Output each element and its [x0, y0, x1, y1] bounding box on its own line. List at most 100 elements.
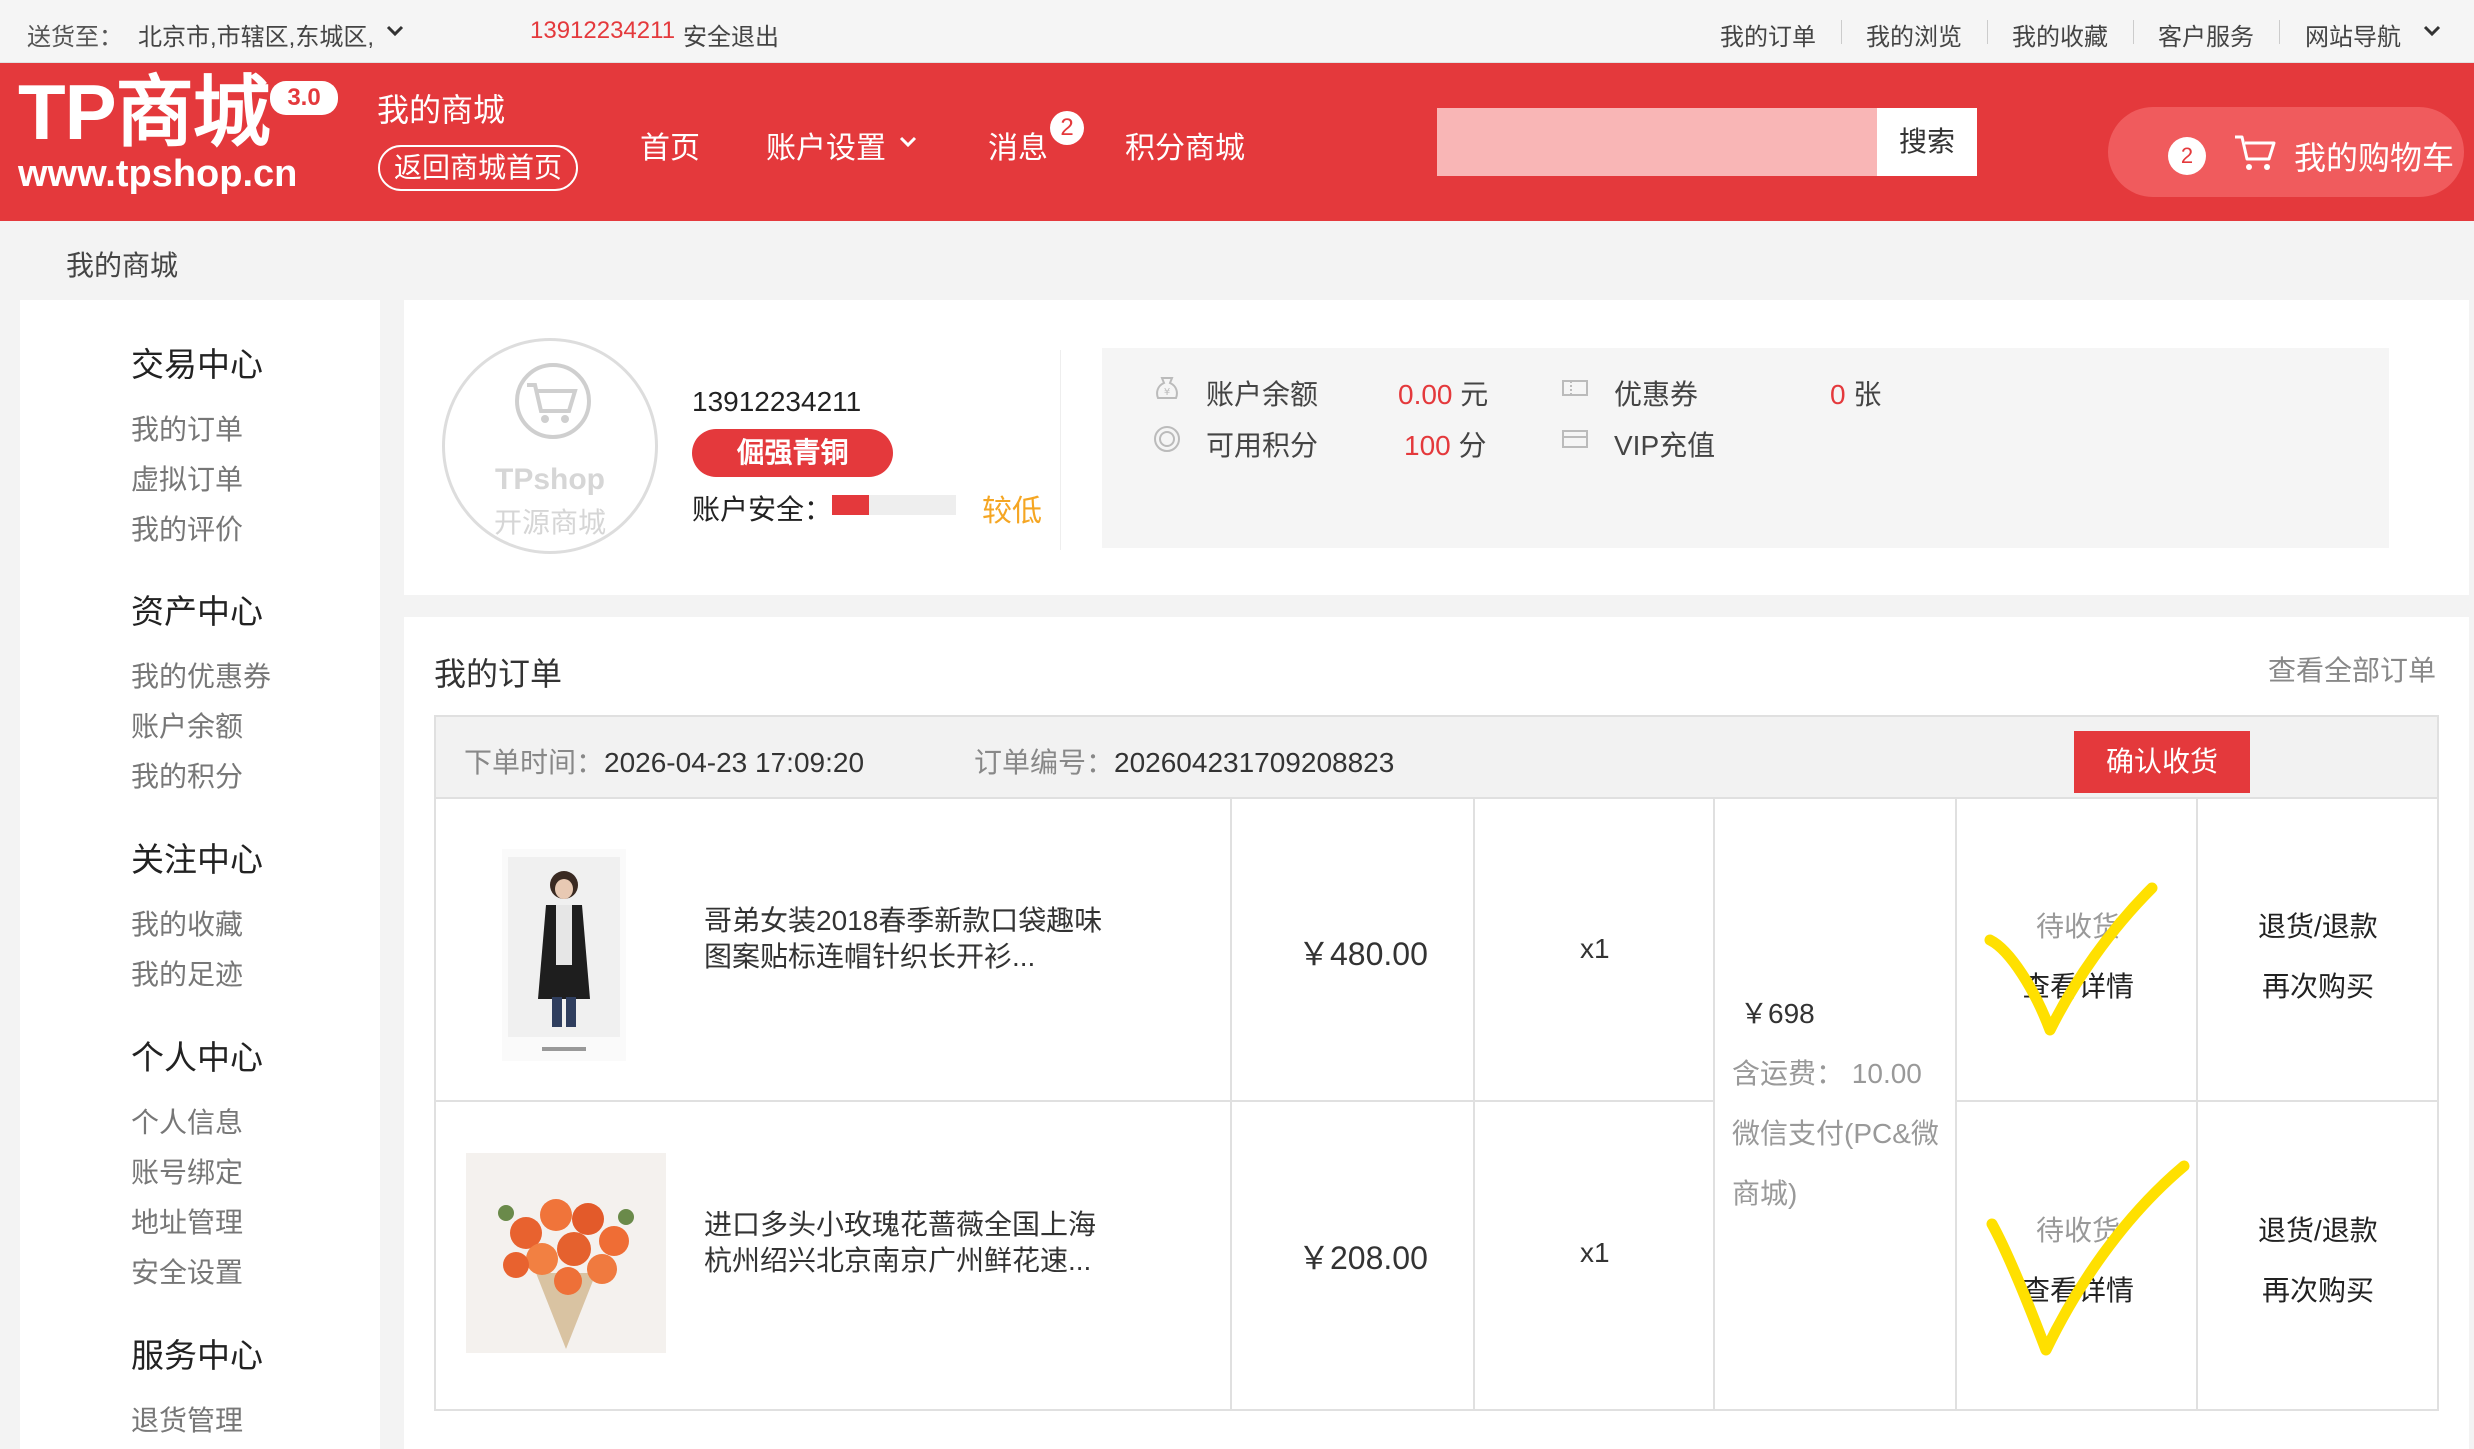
order-header: 下单时间：2026-04-23 17:09:20 订单编号：2026042317… [434, 715, 2439, 799]
nav-home[interactable]: 首页 [640, 123, 700, 167]
sidebar-item-my-favorites[interactable]: 我的收藏 [131, 903, 243, 943]
avatar-caption: 开源商城 [493, 507, 606, 538]
order-number-label: 订单编号： [974, 747, 1115, 778]
chevron-down-icon[interactable] [2422, 24, 2442, 38]
search-input[interactable] [1437, 108, 1877, 176]
orders-section: 我的订单 查看全部订单 下单时间：2026-04-23 17:09:20 订单编… [404, 617, 2469, 1449]
view-details-link[interactable]: 查看详情 [2022, 965, 2134, 1005]
return-refund-link[interactable]: 退货/退款 [2258, 1209, 2378, 1249]
card-icon [1562, 430, 1588, 448]
sidebar-item-account-binding[interactable]: 账号绑定 [131, 1151, 243, 1191]
product-name-line: 杭州绍兴北京南京广州鲜花速... [704, 1245, 1092, 1276]
top-link-site-nav[interactable]: 网站导航 [2305, 17, 2401, 52]
nav-messages[interactable]: 消息 [988, 123, 1048, 167]
sidebar-heading-trade: 交易中心 [131, 346, 263, 383]
top-bar: 送货至： 北京市,市辖区,东城区, 13912234211 安全退出 我的订单 … [0, 0, 2474, 63]
sidebar-item-my-reviews[interactable]: 我的评价 [131, 508, 243, 548]
sidebar-item-virtual-orders[interactable]: 虚拟订单 [131, 458, 243, 498]
shipping-fee-label: 含运费： [1732, 1058, 1845, 1089]
coupons-value-group[interactable]: 0 张 [1830, 373, 1881, 413]
top-link-customer-service[interactable]: 客户服务 [2158, 17, 2254, 52]
product-quantity: x1 [1580, 1237, 1610, 1268]
product-thumbnail[interactable] [466, 1153, 666, 1353]
logo-text[interactable]: TP商城 [18, 73, 271, 151]
cart-icon [2235, 135, 2276, 170]
chevron-down-icon[interactable] [385, 24, 405, 38]
points-unit: 分 [1458, 430, 1487, 461]
breadcrumb[interactable]: 我的商城 [66, 244, 178, 284]
points-label[interactable]: 可用积分 [1206, 424, 1318, 464]
product-thumbnail[interactable] [502, 849, 626, 1061]
sidebar-item-security-settings[interactable]: 安全设置 [131, 1251, 243, 1291]
sidebar-item-personal-info[interactable]: 个人信息 [131, 1101, 243, 1141]
avatar-brand: TPshop [495, 463, 605, 496]
sidebar-heading-follow: 关注中心 [131, 841, 263, 878]
order-time: 2026-04-23 17:09:20 [604, 747, 865, 778]
sidebar-item-return-management[interactable]: 退货管理 [131, 1399, 243, 1439]
coin-icon [1154, 426, 1180, 452]
sidebar-item-my-footprints[interactable]: 我的足迹 [131, 953, 243, 993]
coupons-label[interactable]: 优惠券 [1614, 373, 1698, 413]
balance-value-group[interactable]: 0.00 元 [1398, 373, 1488, 413]
points-value: 100 [1404, 430, 1451, 461]
sidebar-heading-service: 服务中心 [131, 1337, 263, 1374]
back-home-button[interactable]: 返回商城首页 [378, 145, 578, 191]
vip-recharge-link[interactable]: VIP充值 [1614, 424, 1715, 464]
balance-unit: 元 [1460, 379, 1489, 410]
logout-link[interactable]: 安全退出 [683, 17, 779, 52]
orders-title: 我的订单 [434, 656, 563, 692]
divider [1713, 797, 1715, 1409]
top-link-my-favorites[interactable]: 我的收藏 [2012, 17, 2108, 52]
divider [1955, 797, 1957, 1409]
order-total: ￥698 [1740, 998, 1815, 1029]
product-price: ￥208.00 [1298, 1240, 1428, 1276]
security-level-text[interactable]: 较低 [982, 486, 1042, 530]
product-name-line: 图案贴标连帽针织长开衫... [704, 941, 1036, 972]
user-phone-link[interactable]: 13912234211 [530, 17, 675, 45]
sidebar-item-address-management[interactable]: 地址管理 [131, 1201, 243, 1241]
cart-label: 我的购物车 [2294, 140, 2455, 176]
confirm-receipt-button[interactable]: 确认收货 [2074, 731, 2250, 793]
divider [1230, 797, 1232, 1409]
balance-label[interactable]: 账户余额 [1206, 373, 1318, 413]
product-name[interactable]: 进口多头小玫瑰花蔷薇全国上海 杭州绍兴北京南京广州鲜花速... [704, 1207, 1096, 1279]
sidebar: 交易中心 我的订单 虚拟订单 我的评价 资产中心 我的优惠券 账户余额 我的积分… [20, 300, 380, 1449]
assets-panel: ¥ 账户余额 0.00 元 可用积分 100 分 优惠券 0 张 VIP充值 [1102, 348, 2389, 548]
product-quantity: x1 [1580, 933, 1610, 964]
sidebar-heading-assets: 资产中心 [131, 593, 263, 630]
product-name-line: 哥弟女装2018春季新款口袋趣味 [704, 905, 1103, 936]
avatar[interactable]: TPshop 开源商城 [442, 338, 658, 554]
sidebar-item-my-points[interactable]: 我的积分 [131, 755, 243, 795]
nav-points-mall[interactable]: 积分商城 [1125, 123, 1245, 167]
sidebar-item-my-coupons[interactable]: 我的优惠券 [131, 655, 271, 695]
cart-button[interactable]: 2 我的购物车 [2108, 107, 2464, 197]
payment-method-cont: 商城) [1732, 1178, 1798, 1209]
coupons-unit: 张 [1853, 379, 1882, 410]
address-selector[interactable]: 北京市,市辖区,东城区, [138, 17, 374, 52]
balance-value: 0.00 [1398, 379, 1453, 410]
order-number-group: 订单编号：202604231709208823 [974, 741, 1394, 781]
buy-again-link[interactable]: 再次购买 [2262, 1269, 2374, 1309]
sidebar-item-my-orders[interactable]: 我的订单 [131, 408, 243, 448]
divider [1473, 797, 1475, 1409]
user-phone: 13912234211 [692, 386, 862, 417]
order-time-label: 下单时间： [464, 747, 605, 778]
view-all-orders-link[interactable]: 查看全部订单 [2268, 649, 2436, 689]
return-refund-link[interactable]: 退货/退款 [2258, 905, 2378, 945]
chevron-down-icon[interactable] [898, 135, 918, 149]
sidebar-item-account-balance[interactable]: 账户余额 [131, 705, 243, 745]
logo-url[interactable]: www.tpshop.cn [18, 155, 297, 193]
top-link-my-browsing[interactable]: 我的浏览 [1866, 17, 1962, 52]
product-name[interactable]: 哥弟女装2018春季新款口袋趣味 图案贴标连帽针织长开衫... [704, 903, 1102, 975]
nav-account-settings[interactable]: 账户设置 [766, 123, 886, 167]
view-details-link[interactable]: 查看详情 [2022, 1269, 2134, 1309]
search-button[interactable]: 搜索 [1877, 108, 1977, 176]
money-bag-icon: ¥ [1156, 377, 1178, 399]
user-info-card: TPshop 开源商城 13912234211 倔强青铜 账户安全： 较低 ¥ … [404, 300, 2469, 595]
top-link-my-orders[interactable]: 我的订单 [1720, 17, 1816, 52]
header: TP商城 3.0 www.tpshop.cn 我的商城 返回商城首页 首页 账户… [0, 63, 2474, 221]
buy-again-link[interactable]: 再次购买 [2262, 965, 2374, 1005]
coupons-value: 0 [1830, 379, 1846, 410]
points-value-group[interactable]: 100 分 [1404, 424, 1487, 464]
order-time-group: 下单时间：2026-04-23 17:09:20 [464, 741, 864, 781]
